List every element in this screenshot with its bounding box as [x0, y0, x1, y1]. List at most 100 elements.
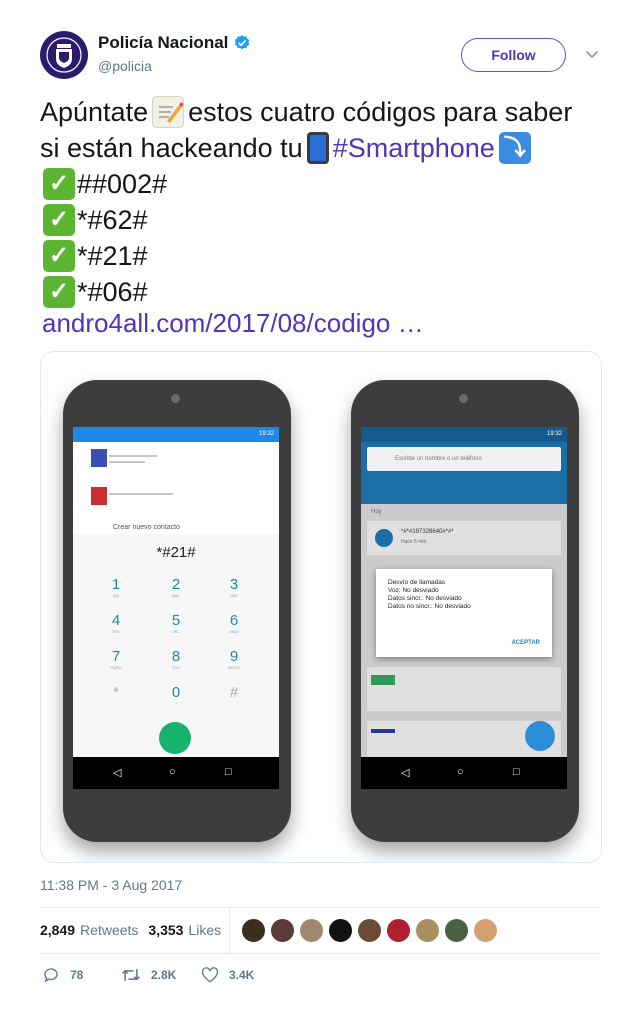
liker-avatar[interactable]	[415, 918, 440, 943]
dial-key-letters: WXYZ	[228, 665, 240, 670]
tweet-text-segment: estos cuatro códigos para saber	[188, 97, 573, 127]
liker-avatar[interactable]	[473, 918, 498, 943]
divider	[229, 908, 230, 953]
dial-key: 8 TUV	[161, 648, 191, 670]
likes-label: Likes	[188, 922, 222, 938]
contact-thumb	[371, 729, 395, 733]
liker-avatar[interactable]	[270, 918, 295, 943]
retweets-count: 2,849	[40, 922, 76, 938]
home-icon: ○	[457, 766, 464, 778]
dial-key-letters: TUV	[172, 665, 180, 670]
recent-time: Hace 5 min	[401, 539, 427, 545]
dial-key-digit: 6	[229, 612, 239, 629]
liker-avatars	[241, 918, 502, 943]
home-icon: ○	[169, 766, 176, 778]
dial-key: #	[219, 684, 249, 701]
avatar	[375, 529, 393, 547]
dial-key: 3 DEF	[219, 576, 249, 598]
code-item: *#06#	[77, 277, 148, 307]
liker-avatar[interactable]	[357, 918, 382, 943]
tabs-row	[361, 482, 567, 504]
liker-avatar[interactable]	[444, 918, 469, 943]
likes-stat[interactable]: 3,353 Likes	[148, 922, 221, 938]
contact-line	[109, 455, 157, 457]
author-handle[interactable]: @policia	[98, 58, 152, 74]
code-item: *#21#	[77, 241, 148, 271]
liker-avatar[interactable]	[241, 918, 266, 943]
dial-key-letters: +	[174, 701, 178, 706]
retweet-button[interactable]: 2.8K	[121, 966, 176, 984]
check-mark-icon: ✓	[43, 204, 75, 236]
phone-dialer-image: 19:32 Crear nuevo contacto *#21# 1 QO 2 AB…	[63, 380, 291, 842]
check-mark-icon: ✓	[43, 276, 75, 308]
dialog-ok-button: ACEPTAR	[511, 640, 540, 646]
author-avatar[interactable]	[40, 31, 88, 79]
liker-avatar[interactable]	[299, 918, 324, 943]
search-bar: Escribe un nombre o un teléfono	[367, 447, 561, 471]
dialpad-fab-icon	[525, 721, 555, 751]
memo-icon	[152, 96, 185, 128]
arrow-down-icon: ⤵	[498, 132, 531, 164]
reply-icon	[44, 968, 58, 983]
new-contact-label: Crear nuevo contacto	[113, 524, 180, 531]
dialog-title: Desvío de llamadas	[388, 579, 446, 586]
status-bar: 19:32	[73, 427, 279, 442]
contact-thumb	[371, 675, 395, 685]
phone-dialog-image: 19:32 Escribe un nombre o un teléfono Ho…	[351, 380, 579, 842]
code-item: *#62#	[77, 205, 148, 235]
contact-line	[109, 493, 173, 495]
phone-screen: 19:32 Escribe un nombre o un teléfono Ho…	[361, 427, 567, 789]
hashtag-link[interactable]: #Smartphone	[333, 130, 495, 166]
dial-key-digit: 0	[171, 684, 181, 701]
code-item: ##002#	[77, 169, 168, 199]
contact-line	[109, 461, 145, 463]
dial-key: 0 +	[161, 684, 191, 706]
tweet-stats: 2,849 Retweets 3,353 Likes	[40, 922, 221, 938]
retweet-count: 2.8K	[151, 968, 177, 982]
dial-key: 1 QO	[101, 576, 131, 598]
retweets-stat[interactable]: 2,849 Retweets	[40, 922, 138, 938]
liker-avatar[interactable]	[328, 918, 353, 943]
camera-dot	[459, 394, 468, 403]
dialog-line: Voz: No desviado	[388, 587, 439, 594]
contact-thumb	[91, 487, 107, 505]
reply-button[interactable]: 78	[42, 966, 83, 984]
chevron-down-icon[interactable]	[584, 48, 600, 62]
liker-avatar[interactable]	[386, 918, 411, 943]
author-name[interactable]: Policía Nacional	[98, 33, 228, 53]
dial-key: 5 JKL	[161, 612, 191, 634]
android-navbar: ◁ ○ □	[361, 757, 567, 789]
dial-key: *	[101, 684, 131, 701]
contact-thumb	[91, 449, 107, 467]
like-count: 3.4K	[229, 968, 255, 982]
list-item	[367, 667, 561, 711]
tweet-timestamp[interactable]: 11:38 PM - 3 Aug 2017	[40, 877, 182, 893]
check-mark-icon: ✓	[43, 240, 75, 272]
tweet-media[interactable]: 19:32 Crear nuevo contacto *#21# 1 QO 2 AB…	[40, 351, 602, 863]
dial-key: 2 ABC	[161, 576, 191, 598]
recents-icon: □	[513, 766, 520, 778]
dial-key: 9 WXYZ	[219, 648, 249, 670]
back-icon: ◁	[113, 767, 122, 779]
dial-key: 4 GHI	[101, 612, 131, 634]
recent-call-row: *#*#197328640#*#* Hace 5 min	[367, 521, 561, 555]
mobile-phone-icon	[306, 132, 329, 164]
like-button[interactable]: 3.4K	[201, 966, 254, 984]
reply-count: 78	[70, 968, 84, 982]
tweet-text: Apúntate estos cuatro códigos para saber…	[40, 94, 620, 310]
heart-icon	[201, 967, 219, 983]
dial-key: 7 PQRS	[101, 648, 131, 670]
phone-screen: 19:32 Crear nuevo contacto *#21# 1 QO 2 AB…	[73, 427, 279, 789]
follow-button[interactable]: Follow	[461, 38, 566, 72]
dial-key-letters: QO	[112, 593, 120, 598]
section-label: Hoy	[371, 509, 382, 515]
back-icon: ◁	[401, 767, 410, 779]
dial-key-digit: 5	[171, 612, 181, 629]
dial-key-letters: DEF	[230, 593, 238, 598]
article-link[interactable]: andro4all.com/2017/08/codigo …	[42, 308, 424, 339]
retweet-icon	[122, 969, 140, 981]
dial-key-digit: 9	[229, 648, 239, 665]
dial-key-letters: PQRS	[110, 665, 122, 670]
recents-icon: □	[225, 766, 232, 778]
dialed-number: *#21#	[156, 544, 196, 561]
